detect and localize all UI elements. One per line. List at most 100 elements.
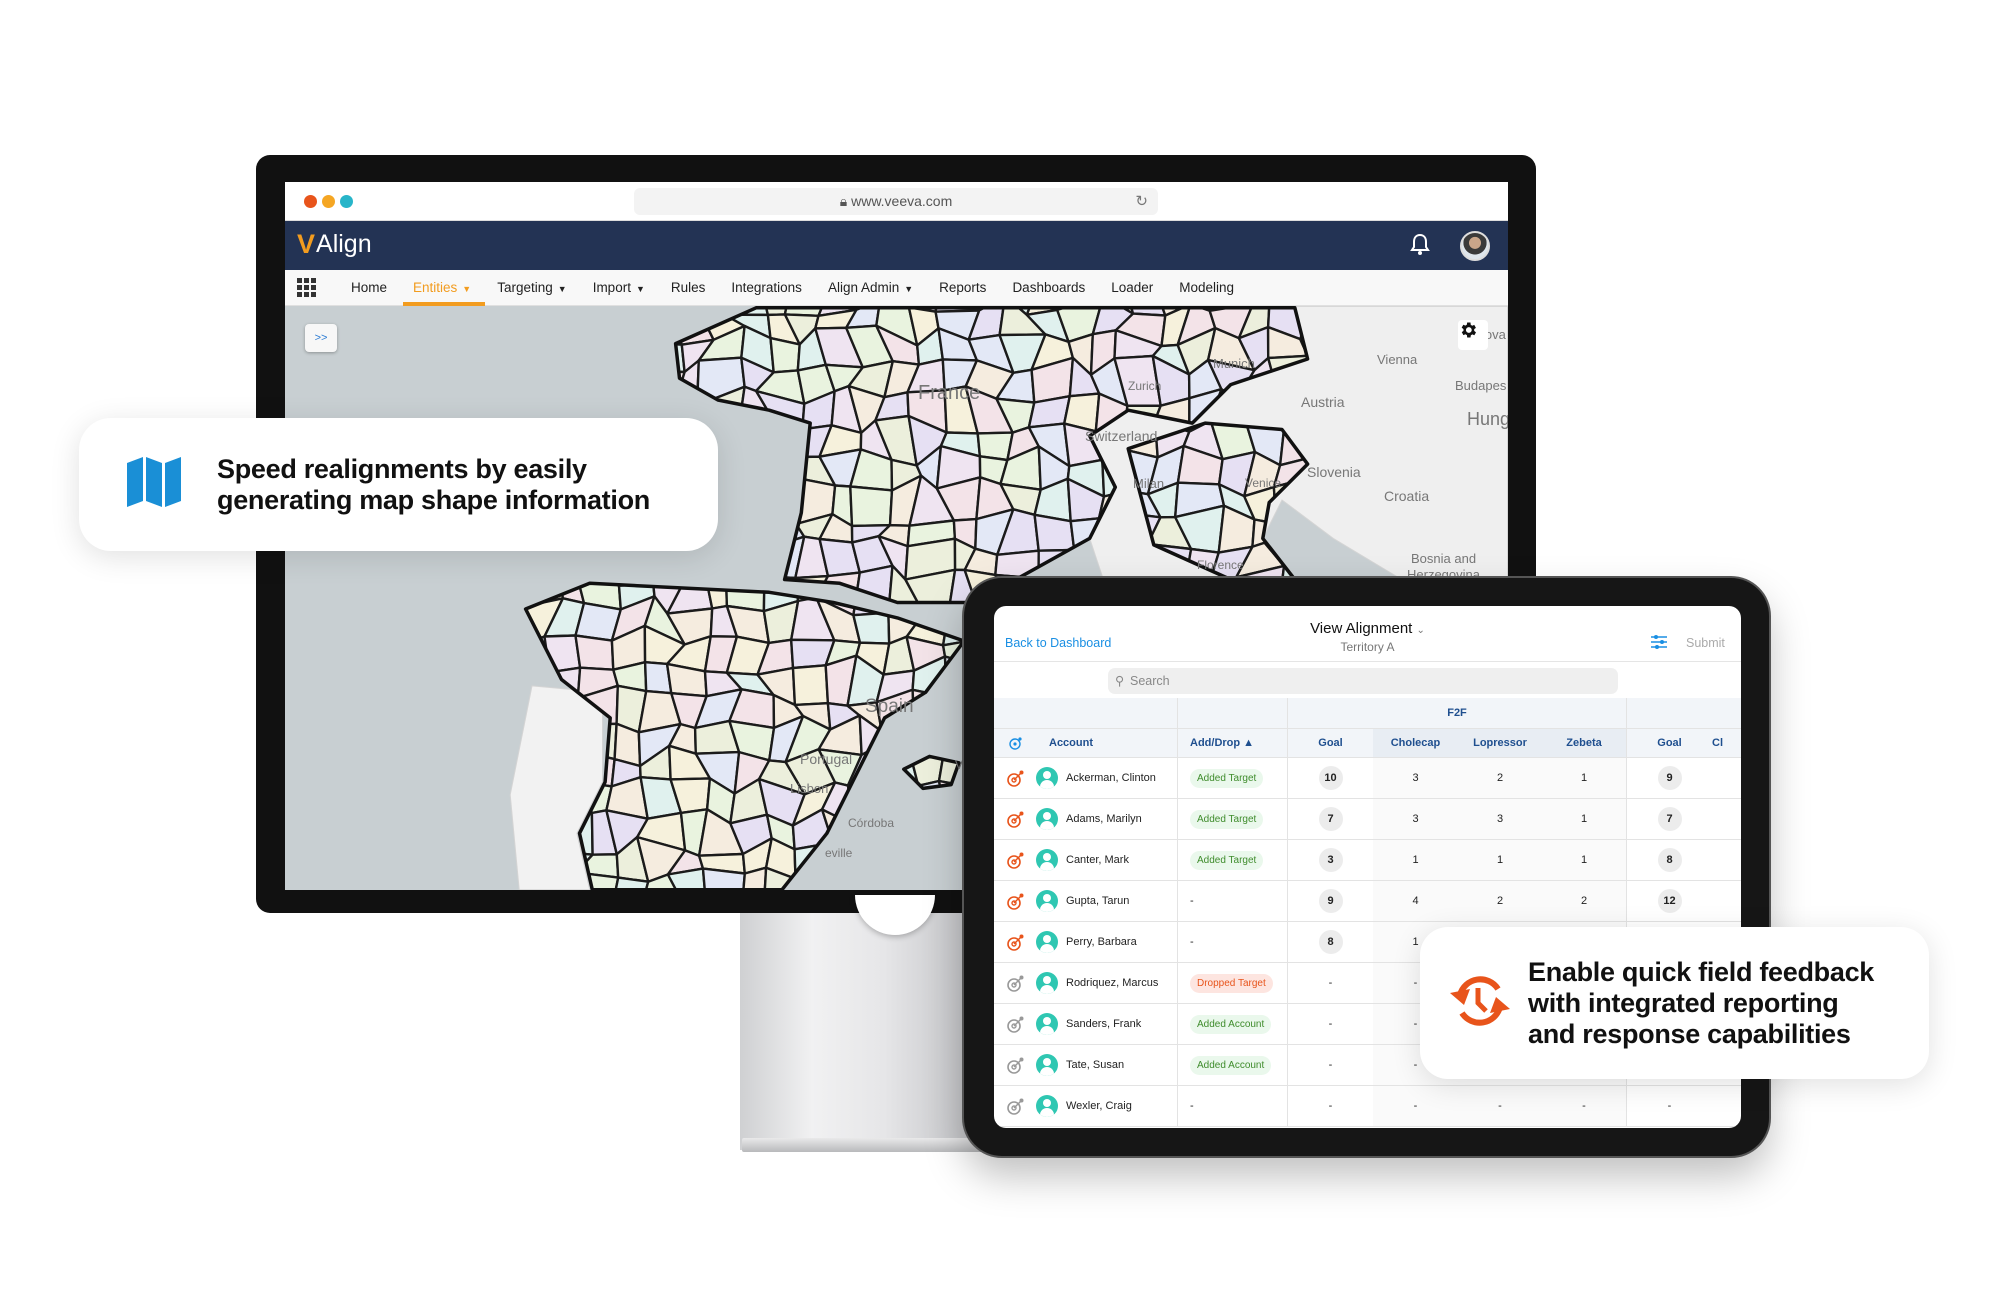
territory-shape[interactable] [467,723,489,763]
territory-shape[interactable] [791,664,830,707]
territory-shape[interactable] [317,577,352,608]
territory-shape[interactable] [336,720,385,763]
territory-shape[interactable] [771,417,804,466]
maximize-window-dot[interactable] [340,195,353,208]
territory-shape[interactable] [470,326,502,376]
territory-shape[interactable] [285,810,292,850]
territory-shape[interactable] [305,778,338,816]
territory-shape[interactable] [646,306,685,316]
territory-shape[interactable] [309,601,343,647]
account-name[interactable]: Tate, Susan [1066,1059,1124,1071]
territory-shape[interactable] [425,664,462,700]
account-name[interactable]: Ackerman, Clinton [1066,772,1156,784]
territory-shape[interactable] [335,780,384,820]
nav-item-align-admin[interactable]: Align Admin ▼ [828,270,913,306]
territory-shape[interactable] [909,809,951,851]
territory-shape[interactable] [455,688,496,724]
territory-shape[interactable] [432,759,473,795]
close-window-dot[interactable] [304,195,317,208]
territory-shape[interactable] [436,306,470,336]
territory-shape[interactable] [436,333,470,374]
gear-icon[interactable] [1458,320,1488,350]
territory-shape[interactable] [309,643,355,669]
territory-shape[interactable] [341,690,381,725]
territory-shape[interactable] [314,813,338,853]
territory-shape[interactable] [335,816,373,854]
territory-shape[interactable] [406,336,438,371]
account-name[interactable]: Wexler, Craig [1066,1100,1132,1112]
territory-shape[interactable] [344,308,374,329]
territory-shape[interactable] [287,693,324,724]
territory-shape[interactable] [372,848,411,885]
column-zebeta[interactable]: Zebeta [1542,729,1627,757]
column-goal-2[interactable]: Goal [1627,729,1712,757]
territory-shape[interactable] [379,574,413,603]
territory-shape[interactable] [734,475,776,516]
territory-shape[interactable] [367,306,413,315]
column-cut-off[interactable]: Cl [1712,729,1741,757]
territory-shape[interactable] [849,485,894,528]
territory-shape[interactable] [310,364,348,399]
filter-sliders-icon[interactable] [1650,634,1668,655]
territory-shape[interactable] [430,566,474,611]
territory-shape[interactable] [305,746,338,781]
nav-item-reports[interactable]: Reports [939,270,986,306]
target-icon[interactable] [994,840,1038,880]
territory-shape[interactable] [461,806,502,851]
territory-shape[interactable] [409,306,443,315]
territory-shape[interactable] [876,779,923,818]
column-account[interactable]: Account [1038,729,1178,757]
territory-shape[interactable] [909,843,951,886]
address-bar[interactable]: 🔒︎ www.veeva.com ↻ [634,188,1158,215]
territory-shape[interactable] [499,631,535,668]
territory-shape[interactable] [701,867,746,890]
territory-shape[interactable] [395,700,443,736]
target-icon[interactable] [994,922,1038,962]
territory-shape[interactable] [290,842,326,886]
territory-shape[interactable] [397,794,444,817]
territory-shape[interactable] [574,634,615,671]
target-header-icon[interactable] [994,729,1038,757]
territory-shape[interactable] [579,329,620,376]
territory-shape[interactable] [379,700,396,736]
territory-shape[interactable] [876,730,916,752]
territory-shape[interactable] [695,306,744,316]
territory-shape[interactable] [850,845,892,880]
territory-shape[interactable] [370,626,412,666]
target-icon[interactable] [994,1045,1038,1085]
territory-shape[interactable] [516,306,559,342]
territory-shape[interactable] [725,450,776,493]
territory-shape[interactable] [285,754,291,792]
expand-panel-button[interactable]: >> [305,324,337,352]
territory-shape[interactable] [370,872,412,890]
territory-shape[interactable] [374,662,402,703]
territory-shape[interactable] [406,369,439,394]
search-input[interactable]: ⚲ Search [1108,668,1618,694]
nav-item-rules[interactable]: Rules [671,270,706,306]
territory-shape[interactable] [285,716,287,765]
territory-shape[interactable] [341,306,380,315]
territory-shape[interactable] [489,688,516,731]
territory-shape[interactable] [398,806,436,847]
territory-shape[interactable] [286,598,317,643]
territory-shape[interactable] [337,853,383,879]
territory-shape[interactable] [285,810,324,850]
target-icon[interactable] [994,963,1038,1003]
territory-shape[interactable] [547,329,584,378]
reload-icon[interactable]: ↻ [1135,188,1148,215]
territory-shape[interactable] [815,877,867,891]
territory-shape[interactable] [547,306,592,342]
territory-shape[interactable] [425,640,468,666]
territory-shape[interactable] [397,573,444,599]
territory-shape[interactable] [397,597,432,645]
territory-shape[interactable] [501,364,536,398]
territory-shape[interactable] [888,845,913,871]
territory-shape[interactable] [734,512,770,552]
territory-shape[interactable] [285,372,295,398]
territory-shape[interactable] [370,599,412,634]
territory-shape[interactable] [370,806,401,853]
territory-shape[interactable] [342,364,382,399]
territory-shape[interactable] [436,790,473,817]
territory-shape[interactable] [468,611,499,641]
territory-shape[interactable] [882,865,913,890]
